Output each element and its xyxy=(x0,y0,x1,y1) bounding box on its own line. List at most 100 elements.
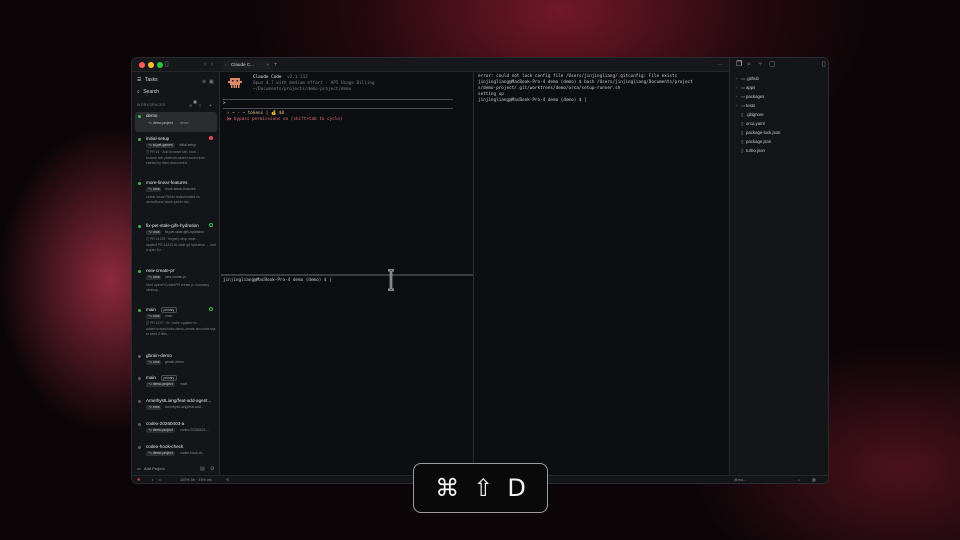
explorer-item[interactable]: ▯ package.json xyxy=(741,139,771,145)
ibeam-cursor-icon xyxy=(388,269,394,291)
claude-prompt[interactable]: > xyxy=(223,101,226,107)
workspace-item-more-linear-features[interactable]: more-linear-features ⌥ orca more-linear-… xyxy=(135,179,217,209)
branch-indicator[interactable]: @ma... xyxy=(734,477,746,483)
tab-label: Claude C... xyxy=(231,62,254,67)
new-tab-icon[interactable]: + xyxy=(274,60,278,70)
workspace-status-dot xyxy=(138,355,141,358)
chat-icon[interactable]: ▤ xyxy=(200,464,205,474)
shell-prompt: jinjingliang@MacBook-Pro-4 demo (demo) $… xyxy=(223,278,332,283)
sidebar-item-tasks[interactable]: ☰ Tasks xyxy=(137,77,158,84)
window-minimize-button[interactable] xyxy=(148,62,154,68)
workspace-status-dot xyxy=(138,182,141,185)
repo-chip-label: ai-pet-games xyxy=(152,143,173,147)
workspace-item-codex-hook-check[interactable]: codex-hook-check ⌥ demo-project codex-ho… xyxy=(135,443,217,459)
workspace-item-new-create-pr[interactable]: new-create-pr ⌥ orca new-create-pr fixed… xyxy=(135,267,217,297)
workspace-name: new-create-pr xyxy=(146,268,175,273)
workspace-item-main[interactable]: main primary ⌥ orca main ◫ PR #270 · fix… xyxy=(135,306,217,346)
workspace-item-amethystliang-feat[interactable]: AmethystLiang/feat-add-agent... ⌥ orca A… xyxy=(135,397,217,413)
pr-label-text: PR #1233 · fix(pet): drop stale... xyxy=(150,237,199,241)
repo-chip-label: demo-project xyxy=(152,451,173,455)
branch-label: main xyxy=(165,314,173,318)
explorer-item[interactable]: › ▭.github xyxy=(736,76,759,82)
nav-forward-icon[interactable]: › xyxy=(211,60,213,70)
explorer-item[interactable]: ▯ orca.yaml xyxy=(741,121,765,127)
workspace-status-dot xyxy=(138,270,141,273)
source-control-icon[interactable]: ⑂ xyxy=(758,60,762,70)
add-workspace-icon[interactable]: + xyxy=(209,101,212,111)
workspace-item-gbrain-demo[interactable]: gbrain-demo ⌥ orca gbrain-demo xyxy=(135,352,217,368)
new-task-icon[interactable]: ⊕ xyxy=(202,77,206,87)
claude-version: v2.1.112 xyxy=(287,75,308,80)
window-maximize-button[interactable] xyxy=(157,62,163,68)
workspace-description: added scripts/bake-demo-create-accounts.… xyxy=(146,327,216,336)
repo-chip: ⌥ orca xyxy=(146,230,162,235)
explorer-item[interactable]: › ▭tests xyxy=(736,103,755,109)
layout-icon[interactable]: ▦ xyxy=(812,477,816,483)
search-files-icon[interactable]: ⌕ xyxy=(747,60,751,70)
explorer-item[interactable]: ▯ turbo.json xyxy=(741,148,765,154)
repo-chip-label: orca xyxy=(152,230,160,234)
branch-label: AmethystLiang/feat-add... xyxy=(165,405,204,409)
workspace-name: codex-20260403-a xyxy=(146,421,185,426)
repo-chip-label: orca xyxy=(152,187,160,191)
terminal-pane-shell-bottom[interactable]: jinjingliang@MacBook-Pro-4 demo (demo) $… xyxy=(221,276,473,475)
sidebar-item-search[interactable]: ⌕ Search xyxy=(137,89,159,96)
add-project-button[interactable]: ▭ Add Project xyxy=(137,465,165,472)
workspace-status-dot xyxy=(138,446,141,449)
workspace-item-initial-setup[interactable]: initial-setup ⌥ ai-pet-games initial-set… xyxy=(135,135,217,173)
usage-readout[interactable]: 100% 5h · 45% wk xyxy=(180,477,212,483)
workspace-status-dot xyxy=(138,309,141,312)
settings-gear-icon[interactable]: ⚙ xyxy=(210,464,214,474)
checks-icon[interactable]: ▢ xyxy=(769,60,776,70)
repo-chip: ⌥ ai-pet-games xyxy=(146,143,175,148)
sidebar: ☰ Tasks ⊕ ▣ ⌕ Search WORKSPACES ⊖ 2 ≡ + … xyxy=(132,72,220,483)
repo-chip: ⌥ demo-project xyxy=(146,451,175,456)
close-tab-icon[interactable]: × xyxy=(266,60,269,70)
tab-claude-code[interactable]: › Claude C... × xyxy=(223,60,271,70)
terminal-pane-shell-right[interactable]: error: could not lock config file /Users… xyxy=(474,72,728,475)
explorer-item[interactable]: ▯ .gitignore xyxy=(741,112,764,118)
panel-toggle-icon[interactable]: ▯ xyxy=(822,60,826,70)
terminal-icon[interactable]: ▣ xyxy=(209,77,214,87)
branch-label: gbrain-demo xyxy=(165,360,185,364)
search-label: Search xyxy=(143,89,160,95)
explorer-item[interactable]: › ▭packages xyxy=(736,94,764,100)
claude-status-icon[interactable]: ✺ xyxy=(137,477,140,483)
repo-chip: ⌥ orca xyxy=(146,360,162,365)
window-close-button[interactable] xyxy=(139,62,145,68)
repo-chip-label: demo-project xyxy=(152,121,173,125)
refresh-icon[interactable]: ⟲ xyxy=(226,477,229,483)
bell-icon[interactable]: ⌂ xyxy=(798,477,800,483)
terminal-pane-claude[interactable]: Claude Code v2.1.112 Opus 4.7 with mediu… xyxy=(221,72,473,276)
sort-icon[interactable]: ≡ xyxy=(199,101,201,111)
workspace-count-badge: 2 xyxy=(193,100,197,104)
workspace-name: main xyxy=(146,375,156,380)
branch-label: more-linear-features xyxy=(165,187,196,191)
check-status-icon xyxy=(209,307,213,311)
bypass-permissions-line: ⏵⏵ bypass permissions on (shift+tab to c… xyxy=(227,117,343,122)
branch-label: main xyxy=(180,382,188,386)
files-icon[interactable]: ❐ xyxy=(736,60,742,70)
repo-chip: ⌥ orca xyxy=(146,187,162,192)
search-icon: ⌕ xyxy=(137,89,140,95)
repo-chip-label: demo-project xyxy=(152,428,173,432)
explorer-item[interactable]: ▯ package-lock.json xyxy=(741,130,780,136)
workspace-status-dot xyxy=(138,377,141,380)
workspace-item-codex-20260403-a[interactable]: codex-20260403-a ⌥ demo-project codex-20… xyxy=(135,420,217,436)
check-status-icon xyxy=(209,223,213,227)
shift-key-icon: ⇧ xyxy=(473,474,494,502)
explorer-item-label: .github xyxy=(746,76,759,81)
explorer-item[interactable]: › ▭apps xyxy=(736,85,755,91)
more-options-icon[interactable]: ··· xyxy=(717,60,723,70)
list-icon: ☰ xyxy=(137,77,142,83)
workspace-item-fix-pet-stale-gifs-hydration[interactable]: fix-pet-stale-gifs-hydration ⌥ orca fix-… xyxy=(135,222,217,260)
sidebar-toggle-icon[interactable]: ▯ xyxy=(165,60,169,70)
workspace-item-main-demo-project[interactable]: main primary ⌥ demo-project main xyxy=(135,374,217,390)
add-project-label: Add Project xyxy=(143,466,165,471)
nav-back-icon[interactable]: ‹ xyxy=(204,60,206,70)
repo-chip-label: orca xyxy=(152,314,160,318)
filter-icon[interactable]: ⊖ xyxy=(189,101,192,111)
explorer-item-label: package-lock.json xyxy=(746,130,781,135)
input-top-rule xyxy=(223,99,453,100)
workspace-item-demo[interactable]: demo ⌥ demo-project demo xyxy=(135,112,217,132)
